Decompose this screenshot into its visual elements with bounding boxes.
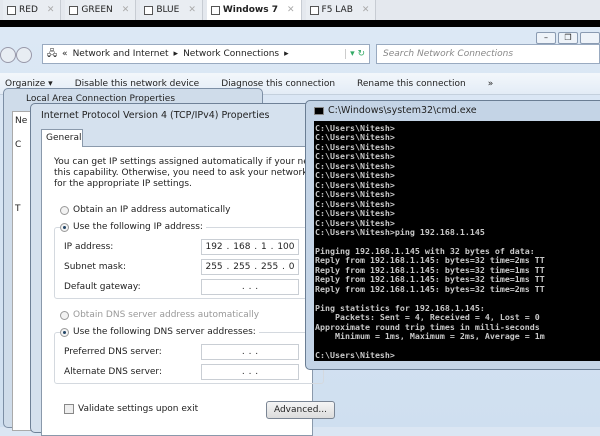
vm-tab-green[interactable]: GREEN ✕ bbox=[65, 0, 137, 20]
ip-address-input[interactable]: 192 . 168 . 1 . 100 bbox=[201, 239, 299, 255]
tab-general[interactable]: General bbox=[41, 129, 83, 147]
field-label: Default gateway: bbox=[64, 282, 141, 292]
divider bbox=[0, 20, 600, 27]
radio-icon bbox=[60, 327, 69, 337]
default-gateway-field: Default gateway: . . . bbox=[64, 279, 314, 295]
rename-button[interactable]: Rename this connection bbox=[357, 79, 466, 89]
more-commands-button[interactable]: » bbox=[488, 79, 494, 89]
field-label: Alternate DNS server: bbox=[64, 367, 163, 377]
radio-label: Obtain an IP address automatically bbox=[73, 205, 231, 215]
organize-menu[interactable]: Organize ▾ bbox=[5, 79, 53, 89]
field-label: Preferred DNS server: bbox=[64, 347, 162, 357]
address-bar[interactable]: 🖧 « Network and Internet ▸ Network Conne… bbox=[42, 44, 370, 64]
vm-tab-blue[interactable]: BLUE ✕ bbox=[140, 0, 203, 20]
minimize-button[interactable]: – bbox=[536, 32, 556, 44]
disable-device-button[interactable]: Disable this network device bbox=[75, 79, 200, 89]
window-title: C:\Windows\system32\cmd.exe bbox=[328, 105, 477, 116]
vm-tab-red[interactable]: RED ✕ bbox=[3, 0, 62, 20]
vm-icon bbox=[210, 5, 220, 15]
search-input[interactable]: Search Network Connections bbox=[376, 44, 600, 64]
radio-icon bbox=[60, 205, 69, 215]
radio-label: Use the following DNS server addresses: bbox=[73, 327, 256, 337]
radio-icon bbox=[60, 310, 69, 320]
tab-networking[interactable]: Ne bbox=[15, 116, 27, 126]
close-icon[interactable]: ✕ bbox=[188, 5, 196, 15]
dialog-body: Ne C T bbox=[12, 111, 32, 431]
vm-tab-bar: RED ✕ GREEN ✕ BLUE ✕ Windows 7 ✕ F5 LAB ✕ bbox=[0, 0, 600, 20]
use-following-ip-radio[interactable]: Use the following IP address: bbox=[60, 222, 206, 232]
alternate-dns-input[interactable]: . . . bbox=[201, 364, 299, 380]
default-gateway-input[interactable]: . . . bbox=[201, 279, 299, 295]
back-button[interactable] bbox=[0, 47, 16, 63]
diagnose-button[interactable]: Diagnose this connection bbox=[221, 79, 335, 89]
ipv4-properties-dialog: Internet Protocol Version 4 (TCP/IPv4) P… bbox=[30, 103, 359, 436]
console-output[interactable]: C:\Users\Nitesh> C:\Users\Nitesh> C:\Use… bbox=[314, 121, 600, 361]
radio-label: Obtain DNS server address automatically bbox=[73, 310, 260, 320]
vm-tab-f5lab[interactable]: F5 LAB ✕ bbox=[305, 0, 377, 20]
ip-address-field: IP address: 192 . 168 . 1 . 100 bbox=[64, 239, 314, 255]
tab-label: Windows 7 bbox=[222, 5, 278, 15]
preferred-dns-input[interactable]: . . . bbox=[201, 344, 299, 360]
close-icon[interactable]: ✕ bbox=[122, 5, 130, 15]
tab-label: RED bbox=[19, 5, 38, 15]
advanced-button[interactable]: Advanced... bbox=[266, 401, 335, 419]
nav-buttons bbox=[0, 47, 40, 63]
chevron-right-icon[interactable]: ▸ bbox=[174, 49, 179, 59]
close-icon[interactable]: ✕ bbox=[287, 5, 295, 15]
close-button[interactable] bbox=[580, 32, 600, 44]
breadcrumb-network-connections[interactable]: Network Connections bbox=[183, 49, 279, 59]
cmd-icon bbox=[314, 106, 324, 115]
cmd-window: C:\Windows\system32\cmd.exe C:\Users\Nit… bbox=[305, 100, 600, 370]
vm-tab-windows7[interactable]: Windows 7 ✕ bbox=[206, 0, 302, 20]
chevron-right-icon[interactable]: ▸ bbox=[284, 49, 289, 59]
subnet-mask-field: Subnet mask: 255 . 255 . 255 . 0 bbox=[64, 259, 314, 275]
preferred-dns-field: Preferred DNS server: . . . bbox=[64, 344, 314, 360]
tab-label: F5 LAB bbox=[321, 5, 353, 15]
restore-button[interactable]: ❐ bbox=[558, 32, 578, 44]
tab-label: BLUE bbox=[156, 5, 180, 15]
window-controls: – ❐ bbox=[536, 32, 600, 44]
tab-label: GREEN bbox=[81, 5, 113, 15]
cmd-title-bar: C:\Windows\system32\cmd.exe bbox=[314, 105, 477, 116]
radio-icon bbox=[60, 222, 69, 232]
label-fragment: T bbox=[15, 204, 21, 214]
forward-button[interactable] bbox=[16, 47, 32, 63]
use-following-dns-radio[interactable]: Use the following DNS server addresses: bbox=[60, 327, 259, 337]
vm-icon bbox=[69, 5, 79, 15]
field-label: IP address: bbox=[64, 242, 114, 252]
validate-settings-checkbox[interactable]: Validate settings upon exit bbox=[64, 404, 198, 414]
label-fragment: C bbox=[15, 140, 22, 150]
obtain-dns-auto-radio[interactable]: Obtain DNS server address automatically bbox=[60, 310, 259, 320]
checkbox-label: Validate settings upon exit bbox=[78, 404, 199, 414]
checkbox-icon bbox=[64, 404, 74, 414]
dialog-title: Internet Protocol Version 4 (TCP/IPv4) P… bbox=[41, 110, 270, 121]
network-icon: 🖧 bbox=[47, 49, 58, 59]
general-panel: You can get IP settings assigned automat… bbox=[41, 146, 359, 436]
breadcrumb-network-internet[interactable]: Network and Internet bbox=[73, 49, 169, 59]
subnet-mask-input[interactable]: 255 . 255 . 255 . 0 bbox=[201, 259, 299, 275]
obtain-ip-auto-radio[interactable]: Obtain an IP address automatically bbox=[60, 205, 231, 215]
field-label: Subnet mask: bbox=[64, 262, 126, 272]
vm-icon bbox=[309, 5, 319, 15]
vm-icon bbox=[144, 5, 154, 15]
vm-icon bbox=[7, 5, 16, 15]
refresh-icon[interactable]: ▾ ↻ bbox=[345, 49, 369, 59]
breadcrumb-overflow[interactable]: « bbox=[62, 49, 68, 59]
radio-label: Use the following IP address: bbox=[73, 222, 203, 232]
alternate-dns-field: Alternate DNS server: . . . bbox=[64, 364, 314, 380]
close-icon[interactable]: ✕ bbox=[47, 5, 55, 15]
close-icon[interactable]: ✕ bbox=[362, 5, 370, 15]
